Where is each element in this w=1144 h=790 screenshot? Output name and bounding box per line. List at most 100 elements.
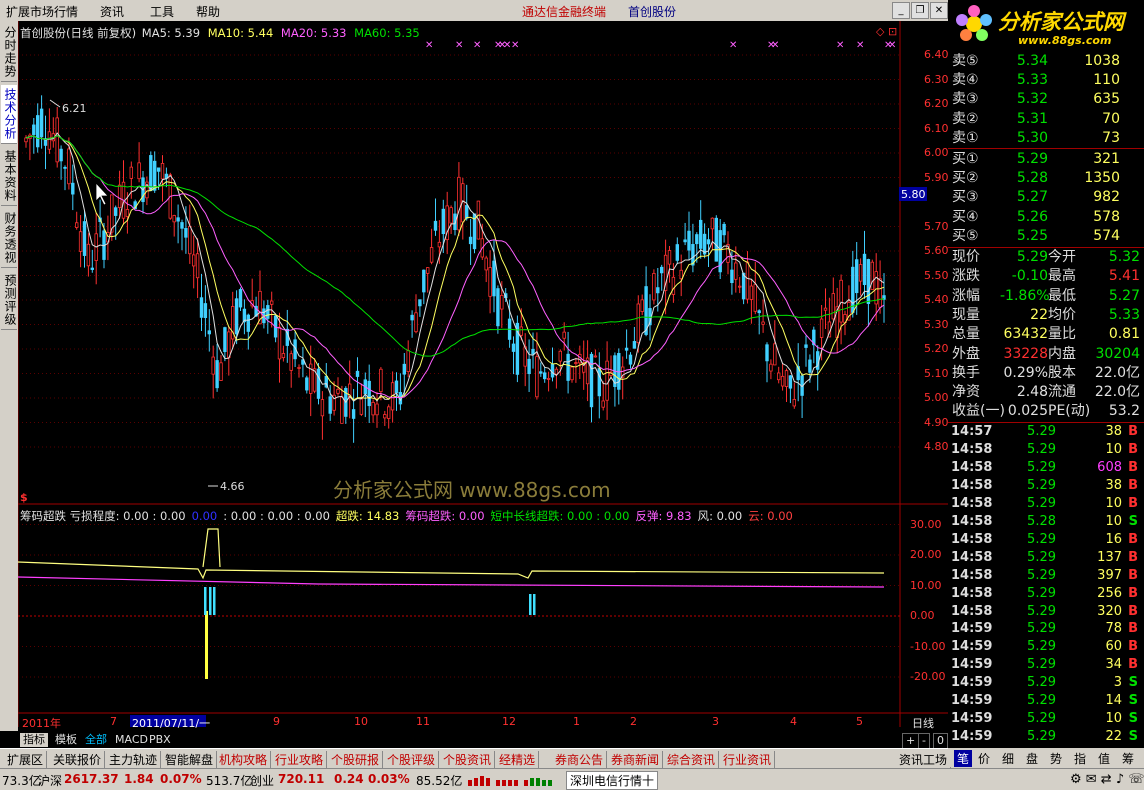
price-tick-label: 4.80 (924, 440, 949, 453)
kline-chart-area[interactable]: ✕ ✕ ✕ ✕ ✕ ✕ ✕ ✕ ✕ ✕ ✕ ✕ ✕ ✕ 6.21 4.66 分析家公式网 www.88gs… (18, 21, 949, 741)
function-tab[interactable]: 智能解盘 (162, 751, 218, 768)
function-tab[interactable]: 机构攻略 (216, 751, 272, 768)
zoom-out-button[interactable]: - (918, 733, 930, 749)
stat-value: 5.32 (1108, 249, 1140, 265)
function-tab[interactable]: 行业攻略 (272, 751, 328, 768)
period-label[interactable]: 日线 (912, 715, 934, 731)
function-tab[interactable]: 行业资讯 (720, 751, 776, 768)
stat-label: PE(动) (1048, 403, 1091, 420)
stat-label: 最高 (1048, 268, 1076, 285)
menu-help[interactable]: 帮助 (196, 3, 220, 20)
function-tab[interactable]: 综合资讯 (664, 751, 720, 768)
zoom-reset-button[interactable]: 0 (933, 733, 948, 749)
sell-level-row[interactable]: 卖① 5.30 73 (948, 129, 1144, 148)
tick-row[interactable]: 14:59 5.29 14 S (948, 692, 1144, 710)
menu-news[interactable]: 资讯 (100, 3, 124, 20)
tick-row[interactable]: 14:59 5.29 78 B (948, 620, 1144, 638)
tick-time: 14:58 (951, 495, 993, 511)
tick-time: 14:58 (951, 585, 993, 601)
tab-forecast[interactable]: 预测评级 (1, 271, 17, 330)
stat-label: 总量 (952, 326, 980, 343)
tick-volume: 14 (1105, 693, 1122, 709)
tick-row[interactable]: 14:58 5.29 16 B (948, 531, 1144, 549)
date-axis-month: 1 (573, 715, 580, 728)
close-icon[interactable]: ✕ (930, 2, 948, 19)
menu-tools[interactable]: 工具 (150, 3, 174, 20)
tick-row[interactable]: 14:59 5.29 60 B (948, 638, 1144, 656)
tab-pbx[interactable]: PBX (146, 733, 174, 747)
tick-row[interactable]: 14:58 5.28 10 S (948, 513, 1144, 531)
tick-row[interactable]: 14:59 5.29 34 B (948, 656, 1144, 674)
buy-level-row[interactable]: 买② 5.28 1350 (948, 169, 1144, 188)
current-price-marker: 5.80 (901, 188, 926, 201)
quote-tab[interactable]: 值 (1098, 750, 1110, 767)
tick-row[interactable]: 14:58 5.29 397 B (948, 567, 1144, 585)
tick-row[interactable]: 14:59 5.29 10 S (948, 710, 1144, 728)
function-tab[interactable]: 券商公告 (552, 751, 608, 768)
restore-icon[interactable]: ❐ (911, 2, 929, 19)
price-tick-label: 5.30 (924, 317, 949, 331)
function-tab[interactable]: 主力轨迹 (106, 751, 162, 768)
tick-row[interactable]: 14:58 5.29 256 B (948, 585, 1144, 603)
quote-tab[interactable]: 筹 (1122, 750, 1134, 767)
function-tab[interactable]: 关联报价 (50, 751, 106, 768)
tick-price: 5.29 (1027, 585, 1056, 601)
sell-level-row[interactable]: 卖③ 5.32 635 (948, 90, 1144, 109)
function-tab[interactable]: 券商新闻 (608, 751, 664, 768)
buy-level-row[interactable]: 买④ 5.26 578 (948, 208, 1144, 227)
tick-row[interactable]: 14:57 5.29 38 B (948, 423, 1144, 441)
sell-level-row[interactable]: 卖② 5.31 70 (948, 110, 1144, 129)
date-axis-month: 7 (110, 715, 117, 728)
quote-tab[interactable]: 细 (1002, 750, 1014, 767)
buy-level-row[interactable]: 买⑤ 5.25 574 (948, 227, 1144, 246)
tab-intraday[interactable]: 分时走势 (1, 23, 17, 82)
tick-row[interactable]: 14:58 5.29 137 B (948, 549, 1144, 567)
tab-template[interactable]: 模板 (52, 733, 80, 747)
tick-time: 14:58 (951, 531, 993, 547)
buy-level-row[interactable]: 买③ 5.27 982 (948, 188, 1144, 207)
tick-volume: 10 (1105, 495, 1122, 511)
function-tab[interactable]: 扩展区 (4, 751, 48, 768)
tab-technical[interactable]: 技术分析 (1, 85, 17, 144)
tab-fundamentals[interactable]: 基本资料 (1, 147, 17, 206)
function-tab[interactable]: 经精选 (496, 751, 540, 768)
sell-level-row[interactable]: 卖④ 5.33 110 (948, 71, 1144, 90)
tick-direction: B (1128, 567, 1138, 583)
chart-window-icons[interactable]: ◇ ⊡ (876, 25, 897, 38)
quote-tab[interactable]: 盘 (1026, 750, 1038, 767)
tick-row[interactable]: 14:58 5.29 10 B (948, 441, 1144, 459)
function-tab[interactable]: 资讯工场 (896, 751, 952, 768)
function-tab[interactable]: 个股资讯 (440, 751, 496, 768)
function-tab[interactable]: 个股研报 (328, 751, 384, 768)
buy-level-row[interactable]: 买① 5.29 321 (948, 150, 1144, 169)
quote-tab[interactable]: 指 (1074, 750, 1086, 767)
zoom-in-button[interactable]: + (902, 733, 920, 749)
sell-level-row[interactable]: 卖⑤ 5.34 1038 (948, 52, 1144, 71)
menu-extended-market[interactable]: 扩展市场行情 (6, 3, 78, 20)
kline-chart-svg[interactable]: ✕ ✕ ✕ ✕✕✕ ✕ ✕ ✕✕ ✕ ✕ ✕✕ 6.21 4.66 分析家公式网 www.88gs… (18, 21, 948, 741)
tick-row[interactable]: 14:58 5.29 320 B (948, 603, 1144, 621)
tick-row[interactable]: 14:59 5.29 3 S (948, 674, 1144, 692)
tick-volume: 16 (1105, 531, 1122, 547)
quote-tab[interactable]: 势 (1050, 750, 1062, 767)
indicator-tick-label: 0.00 (910, 609, 935, 622)
tick-row[interactable]: 14:59 5.29 22 S (948, 728, 1144, 746)
tick-row[interactable]: 14:58 5.29 10 B (948, 495, 1144, 513)
quote-tab[interactable]: 笔 (954, 750, 973, 767)
buy-level-volume: 1350 (1084, 170, 1120, 187)
sell-level-volume: 110 (1093, 72, 1120, 89)
tick-direction: B (1128, 549, 1138, 565)
logo-url: www.88gs.com (1018, 34, 1112, 47)
server-status[interactable]: 深圳电信行情十 (566, 771, 659, 790)
tick-row[interactable]: 14:58 5.29 38 B (948, 477, 1144, 495)
sh-amount: 73.3亿 (2, 774, 41, 788)
function-tab[interactable]: 个股评级 (384, 751, 440, 768)
svg-text:✕: ✕ (425, 40, 433, 51)
tab-financials[interactable]: 财务透视 (1, 209, 17, 268)
tab-all[interactable]: 全部 (82, 733, 110, 747)
minimize-icon[interactable]: _ (892, 2, 910, 19)
quote-tab[interactable]: 价 (978, 750, 990, 767)
tab-indicator[interactable]: 指标 (20, 733, 48, 747)
status-icons[interactable]: ⚙ ✉ ⇄ ♪ ☏ (1070, 772, 1144, 787)
tick-row[interactable]: 14:58 5.29 608 B (948, 459, 1144, 477)
